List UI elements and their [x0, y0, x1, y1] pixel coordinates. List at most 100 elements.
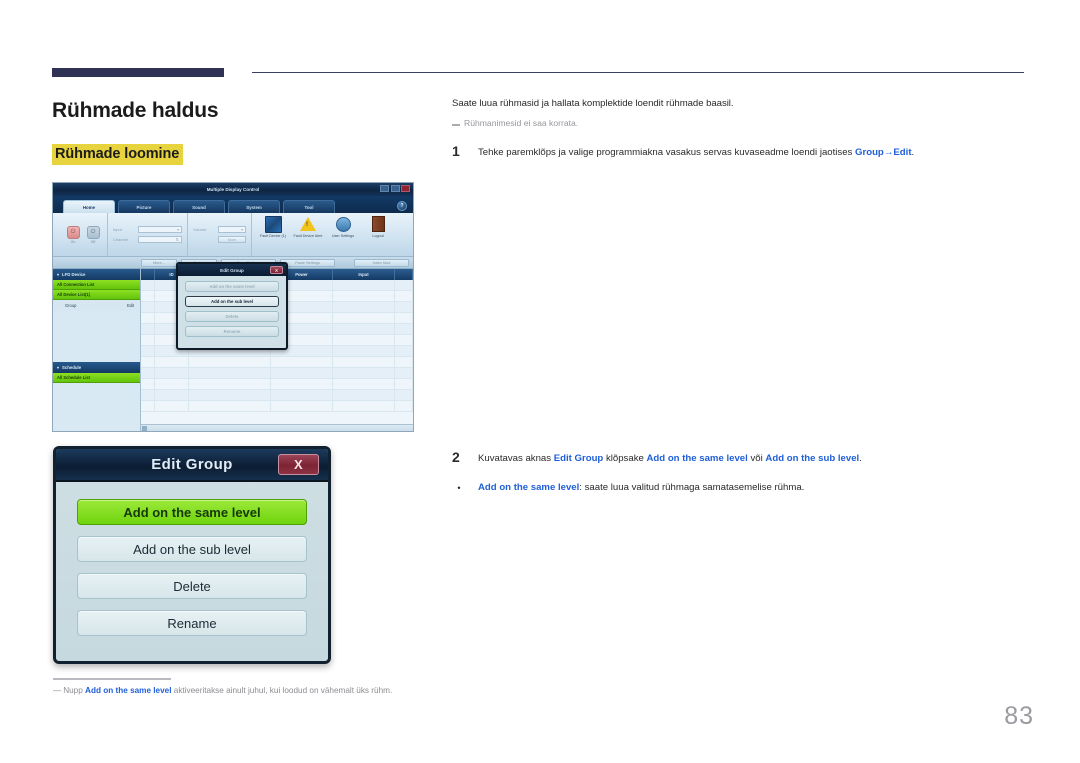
page-number: 83	[1004, 702, 1034, 730]
sidebar-filler-bottom	[53, 382, 140, 431]
fault-device-icon	[264, 216, 282, 233]
step-2-text-before: Kuvatavas aknas	[478, 453, 554, 464]
ribbon-tools-group: Fault Device (1) Fault Device Alert User…	[252, 213, 399, 256]
header-rule	[252, 72, 1024, 73]
mdc-window-buttons	[380, 185, 410, 192]
channel-label: Channel	[113, 237, 128, 242]
channel-stepper[interactable]: ⇅	[138, 236, 182, 243]
fault-device-button[interactable]: Fault Device (1)	[258, 216, 288, 239]
help-icon[interactable]: ?	[397, 201, 407, 211]
fault-device-alert-icon	[300, 216, 317, 233]
step-2-text-after: .	[859, 453, 862, 464]
page-title: Rühmade haldus	[52, 99, 219, 122]
sidebar-item-group[interactable]: Group Edit	[53, 300, 140, 311]
step-1: 1 Tehke paremklõps ja valige programmiak…	[452, 144, 1028, 160]
logout-icon	[370, 216, 387, 233]
input-field-row: Input ▾	[113, 226, 182, 233]
mini-rename-button[interactable]: Rename	[185, 326, 279, 337]
rename-button[interactable]: Rename	[77, 610, 307, 636]
table-row[interactable]	[141, 390, 413, 401]
volume-select[interactable]: ▾	[218, 226, 246, 233]
mdc-edit-group-mini-dialog: Edit Group X Add on the same level Add o…	[176, 262, 288, 350]
intro-note: Rühmanimesid ei saa korrata.	[452, 118, 1028, 128]
power-on-icon: ⏻	[66, 225, 80, 239]
add-on-the-same-level-button[interactable]: Add on the same level	[77, 499, 307, 525]
step-1-text-before: Tehke paremklõps ja valige programmiakna…	[478, 147, 856, 158]
mini-dialog-title-bar: Edit Group X	[178, 264, 286, 276]
left-note-link: Add on the same level	[85, 686, 172, 695]
step-2-text: Kuvatavas aknas Edit Group klõpsake Add …	[478, 450, 862, 466]
paste-settings-button[interactable]: Paste Settings	[280, 258, 335, 267]
table-row[interactable]	[141, 368, 413, 379]
step-1-text: Tehke paremklõps ja valige programmiakna…	[478, 144, 914, 160]
step-1-number: 1	[452, 143, 460, 159]
power-off-icon: ⏻	[86, 225, 100, 239]
horizontal-scrollbar[interactable]	[141, 424, 413, 431]
mdc-window-title: Multiple Display Control	[206, 187, 260, 192]
mute-button[interactable]: Mute	[218, 236, 246, 243]
input-select[interactable]: ▾	[138, 226, 182, 233]
chevron-down-icon-schedule: ▾	[57, 364, 60, 370]
step-2-number: 2	[452, 449, 460, 465]
grid-col-extra[interactable]	[395, 269, 413, 280]
user-settings-icon	[335, 216, 352, 233]
minimize-icon[interactable]	[380, 185, 389, 192]
ribbon-input-group: Input ▾ Channel ⇅	[108, 213, 188, 256]
more-button[interactable]: More...	[141, 258, 177, 267]
edit-group-dialog: Edit Group X Add on the same level Add o…	[53, 446, 331, 664]
ribbon-power-group: ⏻ On ⏻ Off	[59, 213, 108, 256]
power-off-button[interactable]: ⏻ Off	[85, 224, 101, 246]
volume-label: Volume	[193, 227, 207, 232]
logout-button[interactable]: Logout	[363, 216, 393, 239]
mini-add-sub-level-button[interactable]: Add on the sub level	[185, 296, 279, 307]
tab-tool[interactable]: Tool	[283, 200, 335, 213]
delete-button[interactable]: Delete	[77, 573, 307, 599]
right-column: Saate luua rühmasid ja hallata komplekti…	[452, 98, 1028, 128]
add-on-the-sub-level-button[interactable]: Add on the sub level	[77, 536, 307, 562]
maximize-icon[interactable]	[390, 185, 400, 192]
user-settings-button[interactable]: User Settings	[328, 216, 358, 239]
section-subtitle: Rühmade loomine	[52, 144, 184, 165]
intro-note-text: Rühmanimesid ei saa korrata.	[464, 118, 579, 128]
table-row[interactable]	[141, 401, 413, 412]
mdc-sidebar: ▾ LFD Device All Connection List All Dev…	[53, 269, 141, 431]
sidebar-group-edit-link[interactable]: Edit	[127, 303, 134, 308]
sidebar-section-lfd-device[interactable]: ▾ LFD Device	[53, 269, 140, 280]
sidebar-item-all-schedule-list[interactable]: All Schedule List	[53, 372, 140, 383]
left-note-rule	[53, 678, 171, 680]
mini-delete-button[interactable]: Delete	[185, 311, 279, 322]
tab-system[interactable]: System	[228, 200, 280, 213]
mini-add-same-level-button[interactable]: Add on the same level	[185, 281, 279, 292]
mini-dialog-close-icon[interactable]: X	[270, 266, 283, 274]
tab-sound[interactable]: Sound	[173, 200, 225, 213]
table-row[interactable]	[141, 379, 413, 390]
dialog-body: Add on the same level Add on the sub lev…	[56, 482, 328, 650]
left-note: ― Nupp Add on the same level aktiveeritak…	[53, 684, 413, 698]
dialog-close-button[interactable]: X	[278, 454, 319, 475]
sidebar-section-schedule[interactable]: ▾ Schedule	[53, 361, 140, 373]
sidebar-group-label: Group	[65, 303, 77, 308]
step-2-text-mid: klõpsake	[603, 453, 647, 464]
power-on-label: On	[70, 239, 76, 244]
document-page: Rühmade haldus Rühmade loomine Multiple …	[0, 0, 1080, 763]
power-off-label: Off	[90, 239, 96, 244]
mdc-title-bar: Multiple Display Control	[53, 183, 413, 196]
close-icon[interactable]	[401, 185, 410, 192]
fault-device-alert-button[interactable]: Fault Device Alert	[293, 216, 323, 239]
index-mod-button[interactable]: Index Mod	[354, 258, 409, 267]
fault-device-alert-label: Fault Device Alert	[293, 234, 323, 238]
left-note-text-before: Nupp	[63, 686, 86, 695]
bullet-marker: •	[457, 483, 461, 493]
grid-col-input[interactable]: Input	[333, 269, 395, 280]
power-on-button[interactable]: ⏻ On	[65, 224, 81, 246]
note-dash-icon	[452, 124, 460, 126]
grid-col-check[interactable]	[141, 269, 155, 280]
tab-home[interactable]: Home	[63, 200, 115, 213]
table-row[interactable]	[141, 357, 413, 368]
ribbon-volume-group: Volume ▾ Mute	[188, 213, 252, 256]
step-2-text-or: või	[747, 453, 766, 464]
sidebar-item-all-device-list[interactable]: All Device List(1)	[53, 290, 140, 300]
sidebar-filler-top	[53, 311, 140, 362]
sidebar-item-all-connection-list[interactable]: All Connection List	[53, 280, 140, 290]
tab-picture[interactable]: Picture	[118, 200, 170, 213]
